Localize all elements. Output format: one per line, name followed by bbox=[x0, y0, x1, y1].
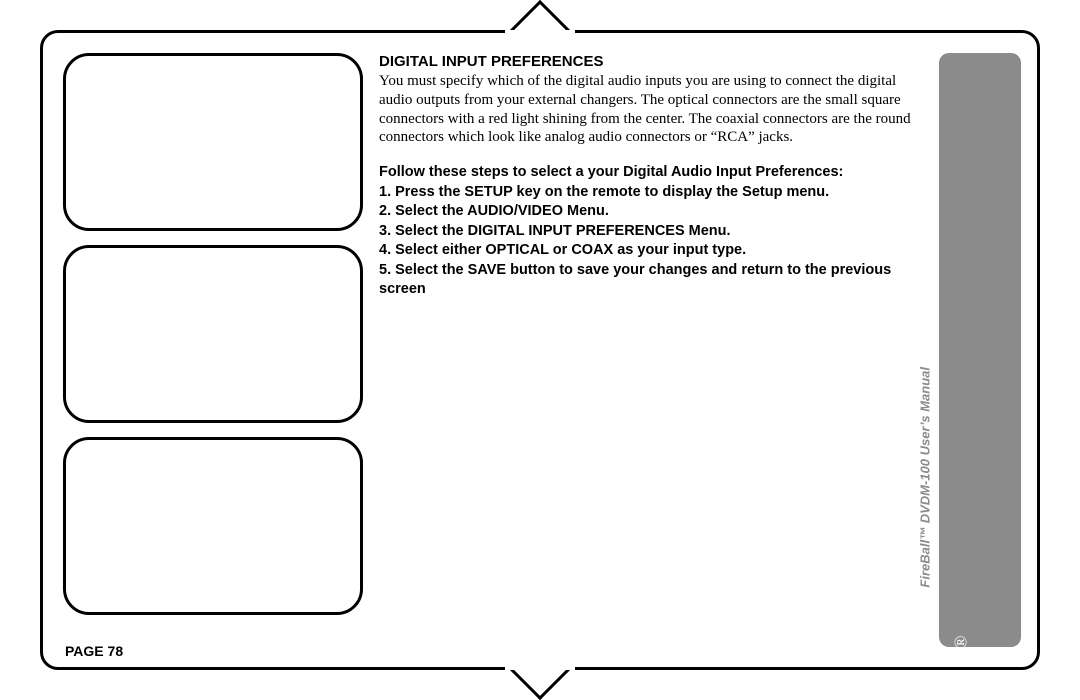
steps-intro: Follow these steps to select a your Digi… bbox=[379, 163, 927, 183]
brand-logo-text: ESCIENT® bbox=[947, 302, 1014, 648]
registered-mark: ® bbox=[951, 633, 971, 647]
section-paragraph: You must specify which of the digital au… bbox=[379, 72, 927, 147]
image-placeholder bbox=[63, 53, 363, 231]
image-placeholder bbox=[63, 245, 363, 423]
image-placeholders-column bbox=[63, 53, 363, 615]
brand-sidebar: ESCIENT® bbox=[939, 53, 1021, 647]
content-area: DIGITAL INPUT PREFERENCES You must speci… bbox=[63, 53, 927, 631]
step-item: 4. Select either OPTICAL or COAX as your… bbox=[379, 241, 927, 261]
manual-title-vertical: FireBall™ DVDM-100 User’s Manual bbox=[918, 367, 933, 588]
step-item: 5. Select the SAVE button to save your c… bbox=[379, 261, 927, 300]
text-column: DIGITAL INPUT PREFERENCES You must speci… bbox=[379, 53, 927, 300]
bottom-notch-mask bbox=[505, 660, 575, 670]
section-heading: DIGITAL INPUT PREFERENCES bbox=[379, 53, 927, 70]
top-notch-mask bbox=[505, 30, 575, 40]
step-item: 3. Select the DIGITAL INPUT PREFERENCES … bbox=[379, 222, 927, 242]
manual-title-text: FireBall™ DVDM-100 User’s Manual bbox=[918, 367, 933, 588]
step-item: 2. Select the AUDIO/VIDEO Menu. bbox=[379, 202, 927, 222]
page-number: PAGE 78 bbox=[65, 643, 123, 659]
image-placeholder bbox=[63, 437, 363, 615]
step-item: 1. Press the SETUP key on the remote to … bbox=[379, 183, 927, 203]
steps-list: 1. Press the SETUP key on the remote to … bbox=[379, 183, 927, 300]
manual-page: DIGITAL INPUT PREFERENCES You must speci… bbox=[40, 30, 1040, 670]
